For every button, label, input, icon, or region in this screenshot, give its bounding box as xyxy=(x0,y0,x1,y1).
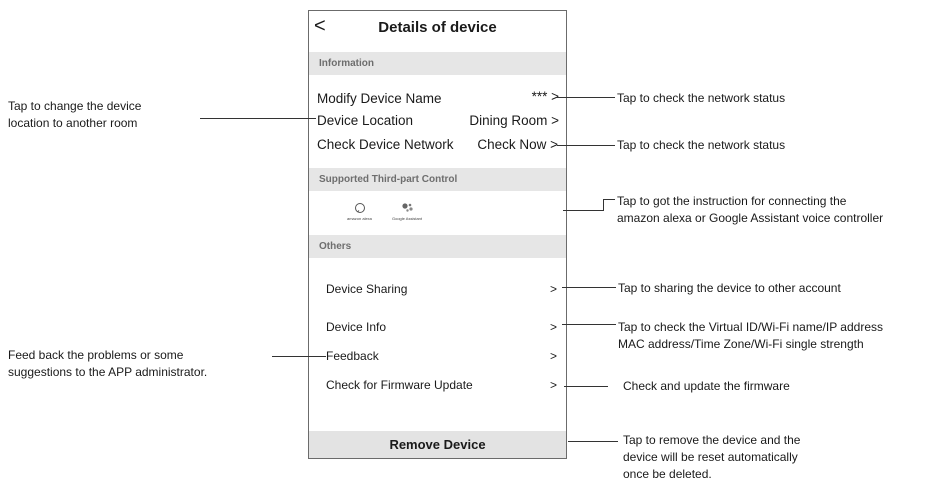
leader-line xyxy=(200,118,316,119)
note-line: device will be reset automatically xyxy=(623,450,798,464)
feedback-label[interactable]: Feedback xyxy=(326,349,379,363)
check-device-network-label[interactable]: Check Device Network xyxy=(317,137,454,152)
note-remove-device: Tap to remove the device and the device … xyxy=(623,432,800,483)
note-line: suggestions to the APP administrator. xyxy=(8,365,208,379)
note-device-info: Tap to check the Virtual ID/Wi-Fi name/I… xyxy=(618,319,883,353)
note-line: Tap to remove the device and the xyxy=(623,433,801,447)
note-line: amazon alexa or Google Assistant voice c… xyxy=(617,211,884,225)
note-line: location to another room xyxy=(8,116,138,130)
note-check-network: Tap to check the network status xyxy=(617,138,786,152)
note-third-party: Tap to got the instruction for connectin… xyxy=(617,193,883,227)
section-third-party-control: Supported Third-part Control xyxy=(309,168,566,191)
leader-line xyxy=(563,210,603,211)
leader-line xyxy=(562,324,616,325)
note-firmware: Check and update the firmware xyxy=(623,379,790,393)
leader-line xyxy=(603,199,604,211)
google-assistant-logo[interactable]: Google Assistant xyxy=(391,200,425,228)
google-assistant-icon xyxy=(402,203,413,212)
leader-line xyxy=(557,145,615,146)
firmware-update-label[interactable]: Check for Firmware Update xyxy=(326,378,473,392)
check-now-link[interactable]: Check Now > xyxy=(477,137,558,152)
note-device-location: Tap to change the device location to ano… xyxy=(8,98,141,132)
leader-line xyxy=(557,97,615,98)
section-information: Information xyxy=(309,52,566,75)
device-location-label[interactable]: Device Location xyxy=(317,113,413,128)
note-line: once be deleted. xyxy=(623,467,712,481)
device-details-screen: < Details of device Information Modify D… xyxy=(308,10,567,459)
google-assistant-caption: Google Assistant xyxy=(392,216,423,221)
alexa-logo[interactable]: amazon alexa xyxy=(345,200,375,228)
modify-device-name-label[interactable]: Modify Device Name xyxy=(317,91,442,106)
feedback-chevron[interactable]: > xyxy=(550,349,557,363)
device-sharing-chevron[interactable]: > xyxy=(550,282,557,296)
device-info-chevron[interactable]: > xyxy=(550,320,557,334)
note-line: Tap to change the device xyxy=(8,99,142,113)
leader-line xyxy=(564,386,608,387)
device-sharing-label[interactable]: Device Sharing xyxy=(326,282,407,296)
alexa-icon xyxy=(355,203,365,213)
screen-title: Details of device xyxy=(378,19,497,36)
screen-header: < Details of device xyxy=(309,11,566,43)
note-device-name: Tap to check the network status xyxy=(617,91,786,105)
note-line: Tap to got the instruction for connectin… xyxy=(617,194,847,208)
firmware-update-chevron[interactable]: > xyxy=(550,378,557,392)
note-device-sharing: Tap to sharing the device to other accou… xyxy=(618,281,841,295)
device-info-label[interactable]: Device Info xyxy=(326,320,386,334)
remove-device-button[interactable]: Remove Device xyxy=(309,431,566,458)
leader-line xyxy=(562,287,616,288)
device-location-value[interactable]: Dining Room > xyxy=(469,113,559,128)
leader-line xyxy=(603,199,615,200)
section-others: Others xyxy=(309,235,566,258)
alexa-caption: amazon alexa xyxy=(347,216,372,221)
note-line: Tap to check the Virtual ID/Wi-Fi name/I… xyxy=(618,320,884,334)
leader-line xyxy=(272,356,326,357)
device-name-value[interactable]: *** > xyxy=(532,89,559,104)
note-line: Feed back the problems or some xyxy=(8,348,184,362)
leader-line xyxy=(568,441,618,442)
note-line: MAC address/Time Zone/Wi-Fi single stren… xyxy=(618,337,864,351)
note-feedback: Feed back the problems or some suggestio… xyxy=(8,347,207,381)
